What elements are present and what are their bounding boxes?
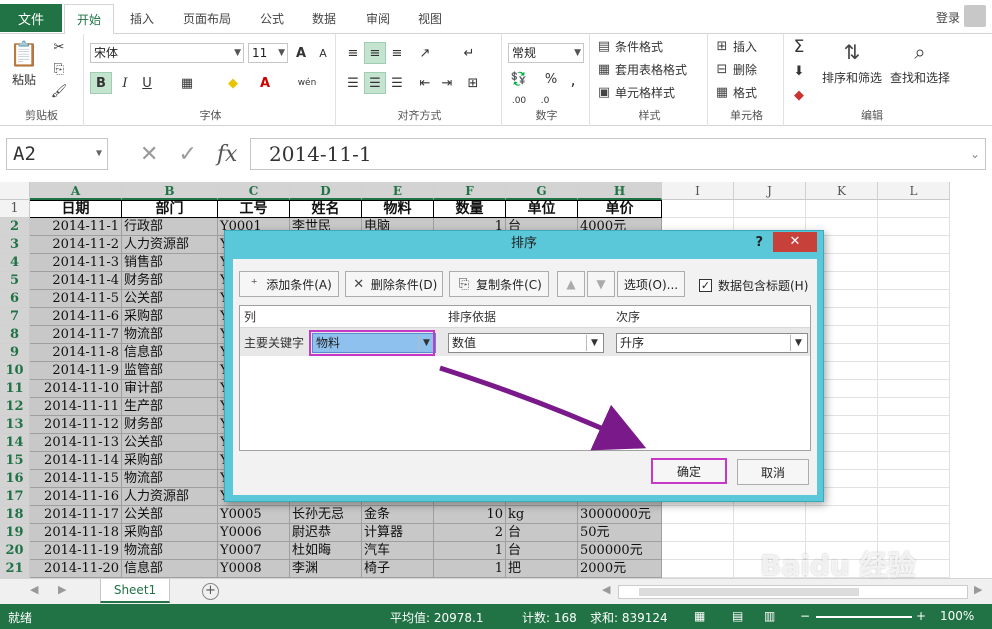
annotation-arrow xyxy=(439,365,647,451)
watermark: Baidu 经验 xyxy=(760,549,916,582)
arrow-line xyxy=(439,365,647,451)
